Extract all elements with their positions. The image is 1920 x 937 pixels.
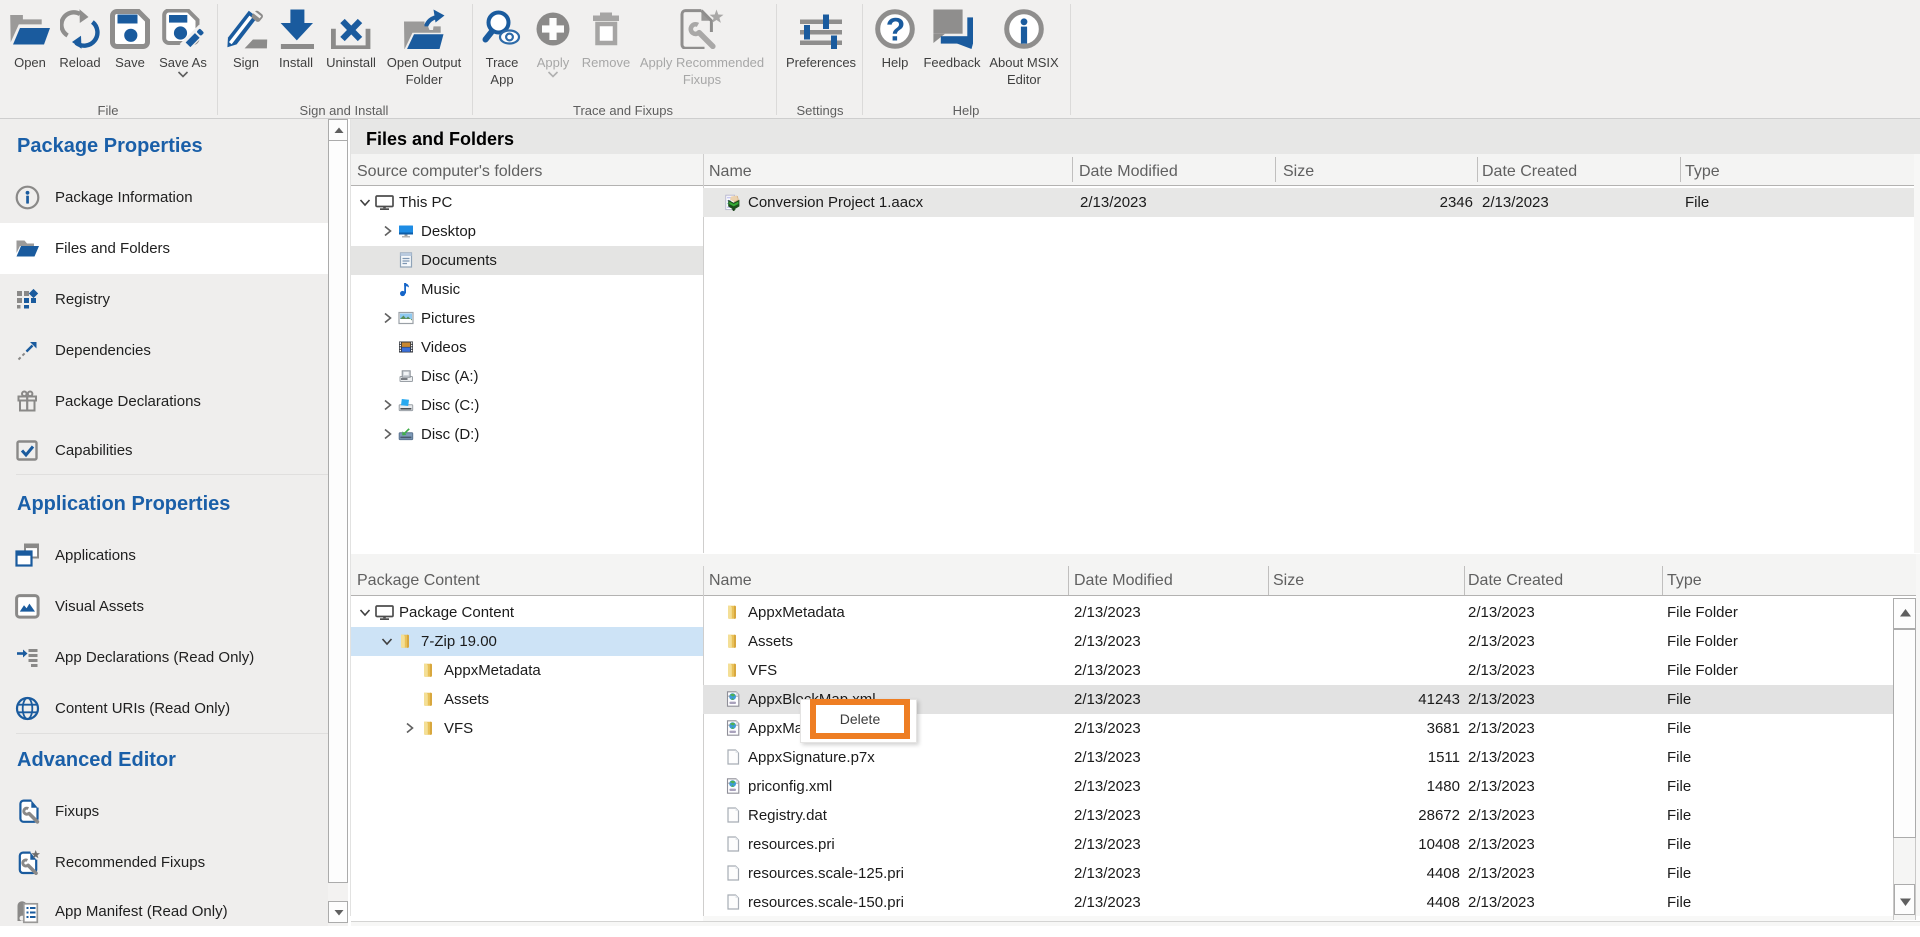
svg-text:?: ?: [886, 12, 906, 48]
